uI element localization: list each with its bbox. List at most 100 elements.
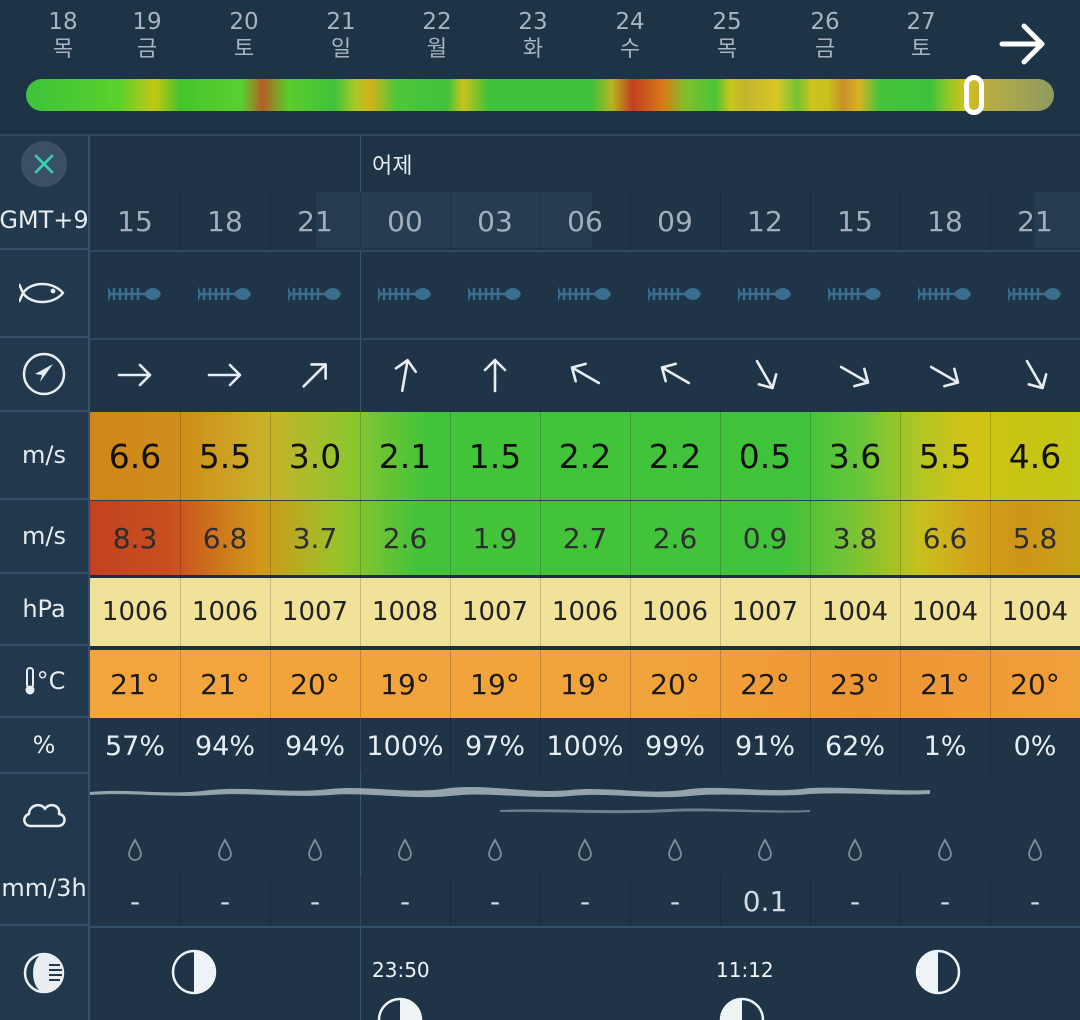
column-divider: [720, 650, 721, 718]
pressure-row: 1006 1006 1007 1008 1007 1006 1006 1007 1004 1004…: [90, 578, 1080, 650]
hour-cell: 09: [657, 204, 693, 238]
hour-cell: 06: [567, 204, 603, 238]
temperature-cell: 21°: [200, 667, 250, 701]
timeline-cursor[interactable]: [964, 75, 984, 115]
moon-partial-icon: [719, 997, 765, 1020]
cloud-band: [90, 787, 930, 814]
column-divider: [540, 192, 541, 250]
gust-cell: 2.6: [652, 521, 698, 555]
temperature-cell: 20°: [1010, 667, 1060, 701]
gust-cell: 3.8: [832, 521, 878, 555]
wind-speed-cell: 2.2: [558, 436, 612, 476]
day-label[interactable]: 18 목: [33, 8, 93, 64]
compass-icon: [22, 352, 66, 396]
fish-bone-icon: [810, 250, 900, 338]
next-arrow-button[interactable]: [996, 18, 1052, 70]
day-number: 24: [615, 9, 645, 35]
temperature-cell: 20°: [650, 667, 700, 701]
precip-cell: -: [849, 884, 861, 918]
day-label[interactable]: 25 목: [697, 8, 757, 64]
cloud-row: [90, 774, 1080, 824]
pressure-cell: 1004: [911, 597, 979, 627]
column-divider: [540, 412, 541, 500]
humidity-cell: 97%: [464, 730, 525, 762]
column-divider: [180, 718, 181, 774]
wind-direction-label: [0, 338, 88, 412]
day-label[interactable]: 27 토: [891, 8, 951, 64]
column-divider: [810, 578, 811, 646]
column-divider: [990, 412, 991, 500]
day-number: 22: [422, 9, 452, 35]
precip-unit-text: mm/3h: [1, 874, 87, 902]
column-divider: [630, 650, 631, 718]
raindrop-icon: [630, 824, 720, 876]
cloud-icon: [23, 803, 66, 828]
timezone-label: GMT+9: [0, 192, 89, 250]
wind-speed-cell: 4.6: [1008, 436, 1062, 476]
column-divider: [630, 876, 631, 926]
day-weekday: 금: [814, 37, 836, 62]
column-divider: [180, 412, 181, 500]
temperature-cell: 19°: [560, 667, 610, 701]
day-label[interactable]: 20 토: [214, 8, 274, 64]
wind-color-strip[interactable]: [26, 79, 1054, 111]
wind-arrow-icon: [990, 338, 1080, 412]
column-divider: [360, 876, 361, 926]
day-label[interactable]: 19 금: [117, 8, 177, 64]
pressure-cell: 1008: [371, 597, 439, 627]
day-label[interactable]: 21 일: [311, 8, 371, 64]
wind-speed-cell: 1.5: [468, 436, 522, 476]
wind-speed-cell: 0.5: [738, 436, 792, 476]
humidity-cell: 1%: [923, 730, 967, 762]
fish-row: [90, 250, 1080, 340]
fish-bone-icon: [540, 250, 630, 338]
humidity-row: 57% 94% 94% 100% 97% 100% 99% 91% 62% 1% 0%: [90, 718, 1080, 774]
wind-arrow-icon: [90, 338, 180, 412]
raindrop-icon: [180, 824, 270, 876]
day-label[interactable]: 24 수: [600, 8, 660, 64]
column-divider: [900, 501, 901, 575]
pressure-unit-text: hPa: [22, 595, 66, 623]
precip-cell: -: [939, 884, 951, 918]
column-divider: [180, 192, 181, 250]
column-divider: [270, 650, 271, 718]
column-divider: [810, 876, 811, 926]
column-divider: [270, 876, 271, 926]
column-divider: [990, 578, 991, 646]
temperature-cell: 20°: [290, 667, 340, 701]
wind-arrow-icon: [630, 338, 720, 412]
wind-speed-cell: 5.5: [198, 436, 252, 476]
thermometer-icon: [25, 667, 35, 695]
column-divider: [900, 192, 901, 250]
wind-arrow-icon: [810, 338, 900, 412]
humidity-cell: 100%: [546, 730, 624, 762]
day-label[interactable]: 22 월: [407, 8, 467, 64]
day-label[interactable]: 26 금: [795, 8, 855, 64]
humidity-cell: 57%: [104, 730, 165, 762]
column-divider: [180, 578, 181, 646]
column-divider: [180, 876, 181, 926]
temperature-cell: 19°: [470, 667, 520, 701]
wind-speed-cell: 5.5: [918, 436, 972, 476]
drop-row: [90, 824, 1080, 876]
column-divider: [180, 501, 181, 575]
wind-arrow-icon: [180, 338, 270, 412]
column-divider: [270, 192, 271, 250]
raindrop-icon: [450, 824, 540, 876]
humidity-cell: 62%: [824, 730, 885, 762]
close-icon: [34, 154, 54, 174]
fish-bone-icon: [990, 250, 1080, 338]
fish-bone-icon: [180, 250, 270, 338]
pressure-cell: 1006: [551, 597, 619, 627]
day-label[interactable]: 23 화: [503, 8, 563, 64]
day-weekday: 화: [522, 37, 544, 62]
day-timeline: 18 목 19 금 20 토 21 일 22 월 23 화 24 수 25 목 26 금 27 토: [0, 0, 1080, 134]
pressure-cell: 1004: [1001, 597, 1069, 627]
fish-bone-icon: [630, 250, 720, 338]
fish-bone-icon: [360, 250, 450, 338]
pressure-cell: 1007: [461, 597, 529, 627]
precip-cell: -: [129, 884, 141, 918]
temperature-row: 21° 21° 20° 19° 19° 19° 20° 22° 23° 21° 20°: [90, 650, 1080, 718]
wind-speed-label: m/s: [0, 412, 88, 500]
close-button[interactable]: [21, 141, 67, 187]
